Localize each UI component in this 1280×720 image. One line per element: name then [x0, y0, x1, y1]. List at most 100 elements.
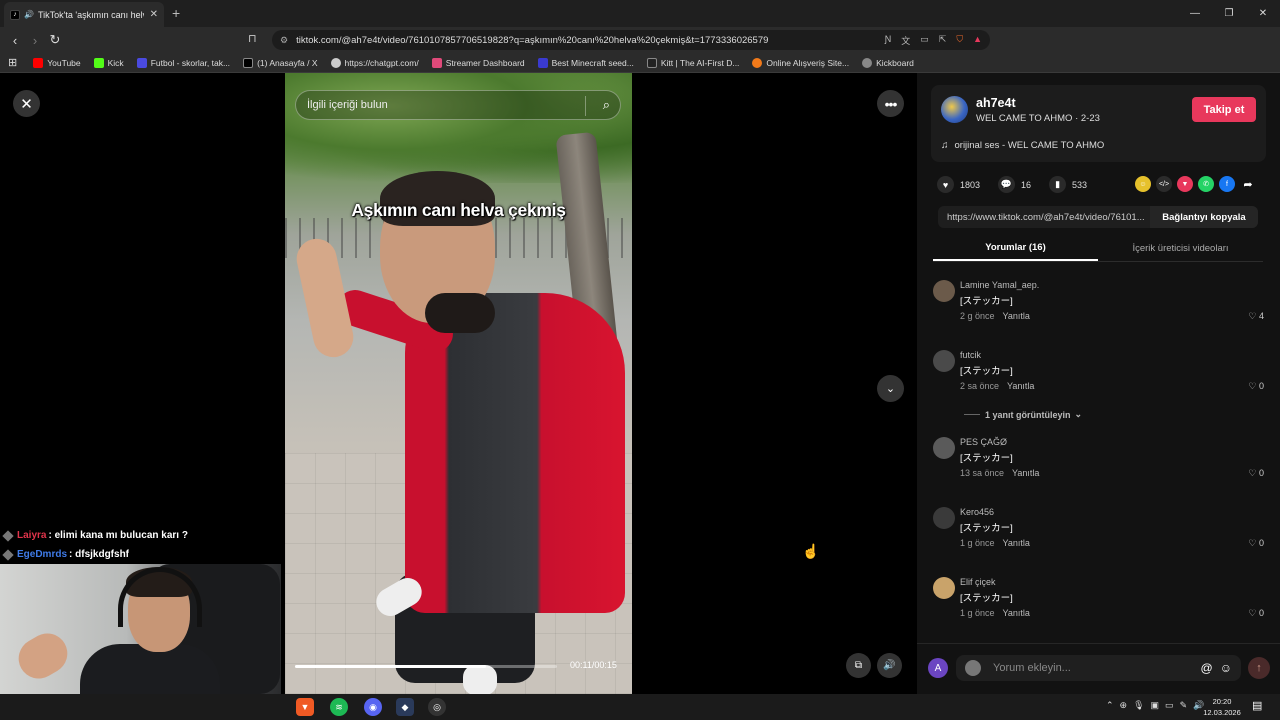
facebook-icon[interactable]: f	[1219, 176, 1235, 192]
more-options-button[interactable]: •••	[877, 90, 904, 117]
comment-avatar[interactable]	[933, 350, 955, 372]
forward-button[interactable]: ›	[26, 31, 44, 49]
mention-icon[interactable]: @	[1201, 661, 1213, 675]
follow-button[interactable]: Takip et	[1192, 97, 1256, 122]
related-search-input[interactable]: İlgili içeriği bulun ⌕	[295, 90, 621, 120]
comment-like-button[interactable]: ♡ 0	[1248, 608, 1264, 619]
apps-icon[interactable]: ⊞	[8, 56, 17, 69]
display-icon[interactable]: ▣	[1151, 700, 1160, 711]
tab-creator-videos[interactable]: İçerik üreticisi videoları	[1098, 236, 1263, 261]
view-replies-link[interactable]: 1 yanıt görüntüleyin ⌄	[964, 409, 1082, 420]
music-link[interactable]: ♫ orijinal ses - WEL CAME TO AHMO	[941, 140, 1104, 151]
bookmark-youtube[interactable]: YouTube	[33, 57, 81, 68]
reply-button[interactable]: Yanıtla	[1012, 468, 1039, 478]
reply-button[interactable]: Yanıtla	[1003, 311, 1030, 321]
microphone-icon[interactable]: 🎙	[1133, 700, 1144, 711]
system-clock[interactable]: 20:20 12.03.2026	[1202, 696, 1242, 718]
like-button[interactable]: ♥ 1803	[937, 176, 980, 193]
bookmark-page-icon[interactable]: ⊓	[248, 32, 257, 45]
new-tab-button[interactable]: +	[172, 5, 180, 21]
browser-tab-tiktok[interactable]: ♪ 🔊 TikTok'ta 'aşkımın canı helva ç ✕	[4, 2, 164, 27]
share-link-text[interactable]: https://www.tiktok.com/@ah7e4t/video/761…	[947, 212, 1150, 223]
bookmark-x[interactable]: (1) Anasayfa / X	[243, 57, 318, 68]
discord-app-icon[interactable]: ◉	[364, 698, 382, 716]
comment-like-button[interactable]: ♡ 0	[1248, 538, 1264, 549]
author-avatar[interactable]	[941, 96, 968, 123]
sticker-icon[interactable]	[965, 660, 981, 676]
whatsapp-icon[interactable]: ✆	[1198, 176, 1214, 192]
copy-link-button[interactable]: Bağlantıyı kopyala	[1150, 206, 1258, 228]
obs-app-icon[interactable]: ◎	[428, 698, 446, 716]
bookmark-kick[interactable]: Kick	[93, 57, 124, 68]
comment-input[interactable]: Yorum ekleyin... @ ☺	[956, 655, 1241, 681]
site-info-icon[interactable]: ⚙	[280, 35, 288, 46]
notification-icon[interactable]: ▤	[1252, 699, 1262, 712]
tray-app-icon[interactable]: ⊕	[1120, 700, 1128, 711]
bookmark-futbol[interactable]: Futbol - skorlar, tak...	[136, 57, 230, 68]
bookmark-shopping[interactable]: Online Alışveriş Site...	[752, 57, 849, 68]
brave-shield-icon[interactable]: ⛉	[956, 34, 963, 47]
comment-like-button[interactable]: ♡ 0	[1248, 468, 1264, 479]
url-bar[interactable]: ⚙ tiktok.com/@ah7e4t/video/7610107857706…	[272, 30, 990, 50]
user-avatar[interactable]: A	[928, 658, 948, 678]
gift-share-icon[interactable]: ☺	[1135, 176, 1151, 192]
spotify-app-icon[interactable]: ≋	[330, 698, 348, 716]
tab-comments[interactable]: Yorumlar (16)	[933, 236, 1098, 261]
comment-avatar[interactable]	[933, 577, 955, 599]
embed-icon[interactable]: </>	[1156, 176, 1172, 192]
translate-icon[interactable]: 文	[901, 34, 910, 47]
reply-button[interactable]: Yanıtla	[1003, 608, 1030, 618]
comment-avatar[interactable]	[933, 437, 955, 459]
bookmark-kickboard[interactable]: Kickboard	[862, 57, 914, 68]
reload-button[interactable]: ↻	[46, 31, 64, 49]
comment-user[interactable]: PES ÇAĞØ	[960, 437, 1007, 447]
bookmarks-bar: ⊞ YouTube Kick Futbol - skorlar, tak... …	[0, 53, 1280, 73]
comment-user[interactable]: futcik	[960, 350, 981, 360]
save-button[interactable]: ▮ 533	[1049, 176, 1087, 193]
author-handle[interactable]: ah7e4t	[976, 96, 1016, 110]
network-icon[interactable]: ▭	[1165, 700, 1174, 711]
share-icon[interactable]: ⇱	[939, 34, 947, 47]
comment-avatar[interactable]	[933, 507, 955, 529]
bookmark-chatgpt[interactable]: https://chatgpt.com/	[330, 57, 419, 68]
comment-like-button[interactable]: ♡ 4	[1248, 311, 1264, 322]
comment-user[interactable]: Lamine Yamal_aep.	[960, 280, 1039, 290]
video-player[interactable]: Aşkımın canı helva çekmiş İlgili içeriği…	[285, 73, 632, 694]
bookmark-streamer-dashboard[interactable]: Streamer Dashboard	[431, 57, 525, 68]
restore-button[interactable]: ❐	[1212, 0, 1246, 27]
volume-button[interactable]: 🔊	[877, 653, 902, 678]
comment-tools: @ ☺	[1201, 661, 1232, 675]
close-tab-icon[interactable]: ✕	[150, 9, 158, 20]
next-video-button[interactable]: ⌄	[877, 375, 904, 402]
emoji-icon[interactable]: ☺	[1220, 661, 1232, 675]
chevron-up-icon[interactable]: ⌃	[1106, 700, 1114, 711]
close-viewer-button[interactable]: ✕	[13, 90, 40, 117]
brave-rewards-icon[interactable]: ▲	[973, 34, 982, 47]
close-window-button[interactable]: ✕	[1246, 0, 1280, 27]
floating-player-button[interactable]: ⧉	[846, 653, 871, 678]
more-icon: •••	[884, 95, 898, 112]
comment-user[interactable]: Kero456	[960, 507, 994, 517]
video-progress-bar[interactable]	[295, 665, 557, 668]
comment-user[interactable]: Elif çiçek	[960, 577, 996, 587]
comment-button[interactable]: 💬 16	[998, 176, 1031, 193]
send-to-friends-icon[interactable]: ▼	[1177, 176, 1193, 192]
speaker-icon[interactable]: 🔊	[24, 10, 34, 19]
pen-icon[interactable]: ✎	[1180, 700, 1188, 711]
bookmark-kitt[interactable]: Kitt | The AI-First D...	[646, 57, 739, 68]
comment-avatar[interactable]	[933, 280, 955, 302]
bookmark-minecraft[interactable]: Best Minecraft seed...	[537, 57, 634, 68]
search-icon[interactable]: ⌕	[603, 97, 610, 113]
brave-app-icon[interactable]: ▼	[296, 698, 314, 716]
reply-button[interactable]: Yanıtla	[1003, 538, 1030, 548]
reader-icon[interactable]: ▭	[920, 34, 929, 47]
share-arrow-icon[interactable]: ➦	[1240, 176, 1256, 192]
no-tracking-icon[interactable]: Ɲ	[885, 34, 892, 47]
back-button[interactable]: ‹	[6, 31, 24, 49]
comment-like-button[interactable]: ♡ 0	[1248, 381, 1264, 392]
comment-meta: 2 sa önce Yanıtla	[960, 381, 1034, 391]
reply-button[interactable]: Yanıtla	[1007, 381, 1034, 391]
minimize-button[interactable]: —	[1178, 0, 1212, 27]
send-comment-button[interactable]: ↑	[1248, 657, 1270, 679]
app-icon[interactable]: ◆	[396, 698, 414, 716]
